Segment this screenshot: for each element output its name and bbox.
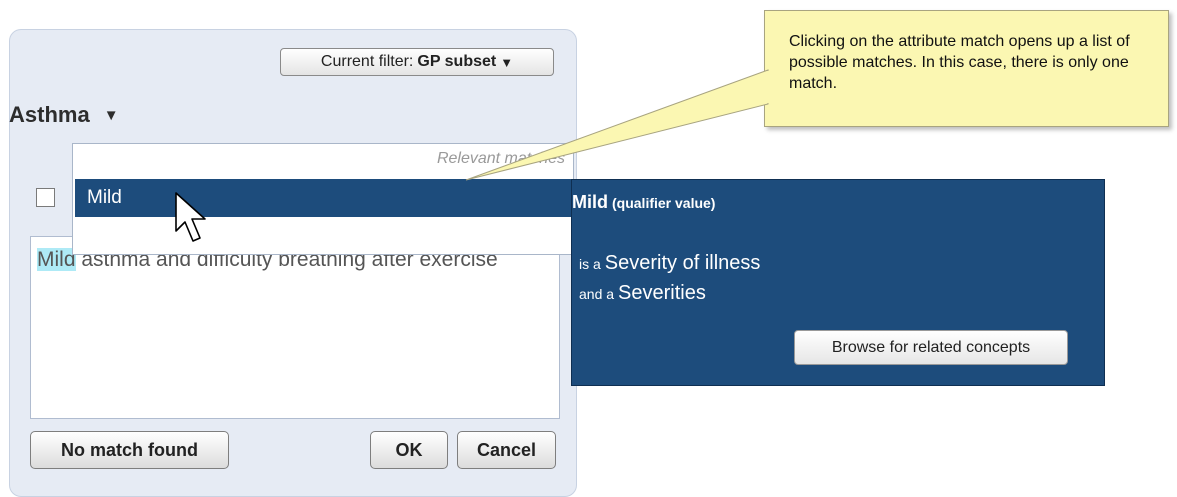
overlay-graphics <box>175 69 770 242</box>
callout-pointer <box>465 69 769 181</box>
mouse-cursor-icon <box>175 192 206 242</box>
